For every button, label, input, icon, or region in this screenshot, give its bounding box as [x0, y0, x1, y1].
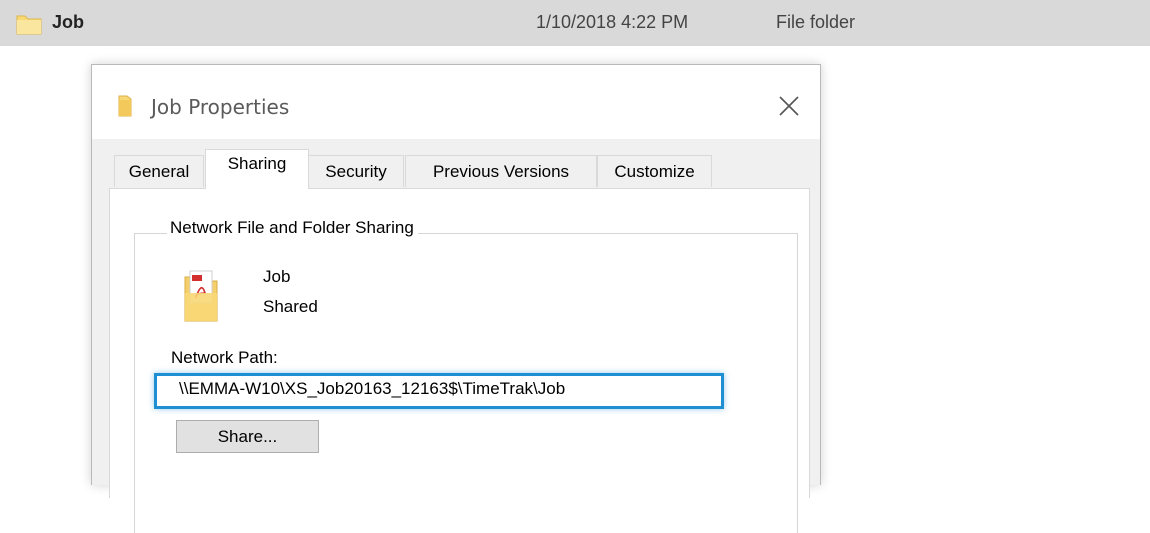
pdf-folder-icon: [184, 270, 218, 322]
group-label: Network File and Folder Sharing: [167, 218, 418, 238]
tab-previous-versions[interactable]: Previous Versions: [405, 155, 597, 187]
shared-item-status: Shared: [263, 297, 318, 316]
tab-security[interactable]: Security: [308, 155, 404, 187]
title-bar[interactable]: Job Properties: [92, 65, 820, 139]
tab-general[interactable]: General: [114, 155, 204, 187]
file-type: File folder: [776, 12, 856, 32]
dialog-title: Job Properties: [151, 95, 290, 119]
share-button[interactable]: Share...: [176, 420, 319, 453]
file-name: Job: [52, 12, 85, 32]
folder-icon: [16, 15, 42, 35]
date-modified: 1/10/2018 4:22 PM: [536, 12, 689, 32]
close-icon[interactable]: [774, 91, 804, 121]
tab-sharing[interactable]: Sharing: [205, 149, 309, 189]
tab-strip: General Sharing Security Previous Versio…: [92, 139, 820, 189]
dialog-body: General Sharing Security Previous Versio…: [92, 139, 820, 533]
explorer-file-row[interactable]: Job 1/10/2018 4:22 PM File folder: [0, 0, 1150, 46]
sharing-tab-panel: Network File and Folder Sharing Job Shar…: [109, 188, 810, 533]
tab-customize[interactable]: Customize: [597, 155, 712, 187]
properties-dialog: Job Properties General Sharing Security …: [91, 64, 821, 533]
network-path-label: Network Path:: [171, 348, 278, 367]
shared-item-name: Job: [263, 267, 291, 286]
network-path-value[interactable]: \\EMMA-W10\XS_Job20163_12163$\TimeTrak\J…: [179, 379, 565, 399]
folder-icon: [118, 95, 132, 117]
